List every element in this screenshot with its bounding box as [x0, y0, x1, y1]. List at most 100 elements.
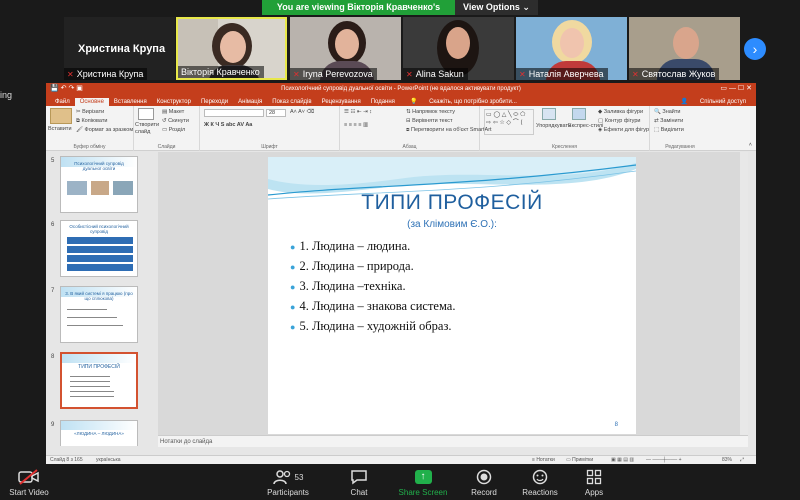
slides-group-label: Слайди: [157, 144, 176, 150]
participant-tile[interactable]: Христина Крупа ✕ Христина Крупа: [64, 17, 175, 80]
tab-slideshow[interactable]: Показ слайдів: [267, 98, 316, 106]
list-icons[interactable]: ☰ ☷ ⇤ ⇥ ↕: [344, 109, 372, 115]
select-button[interactable]: ⬚ Виділити: [654, 127, 684, 133]
notes-toggle-label: Нотатки: [536, 457, 555, 463]
bullet-dot-icon: ●: [290, 322, 296, 332]
tab-transitions[interactable]: Переходи: [196, 98, 233, 106]
paste-button[interactable]: Вставити: [48, 126, 72, 132]
ppt-window-title: Психологічний супровід дуальної освіти -…: [281, 86, 521, 92]
current-slide[interactable]: ТИПИ ПРОФЕСІЙ (за Клімовим Є.О.): ● 1. Лю…: [268, 157, 636, 434]
section-label: Розділ: [168, 127, 186, 133]
participant-tile[interactable]: ✕ Святослав Жуков: [629, 17, 740, 80]
slide-thumbnail[interactable]: Психологічний супровід дуальної освіти: [60, 156, 138, 213]
align-text-button[interactable]: ⊟ Вирівняти текст: [406, 118, 452, 124]
layout-button[interactable]: ▤ Макет: [162, 109, 184, 115]
new-slide-button[interactable]: Створити слайд: [135, 122, 161, 136]
thumb-line: [67, 325, 123, 326]
font-grow-icons[interactable]: A˄ A˅ ⌫: [290, 109, 314, 115]
notes-pane[interactable]: Нотатки до слайда: [158, 435, 748, 447]
arrange-icon[interactable]: [542, 108, 556, 120]
text-direction-button[interactable]: ⇅ Напрямок тексту: [406, 109, 455, 115]
tab-file[interactable]: Файл: [50, 98, 75, 106]
shapes-gallery[interactable]: ▭ ◯ △ ╲ ⬭ ⬠ ⇨ ⇦ ☆ ◇ ⌒ ⟨: [484, 109, 534, 135]
slides-group: Створити слайд ▤ Макет ↺ Скинути ▭ Розді…: [134, 106, 200, 151]
apps-button[interactable]: Apps: [576, 466, 612, 497]
cut-button[interactable]: ✂ Вирізати: [76, 109, 104, 115]
tell-me-search[interactable]: 💡 Скажіть, що потрібно зробити...: [400, 97, 527, 106]
apps-icon: [576, 466, 612, 488]
smartart-button[interactable]: ⧈ Перетворити на об'єкт SmartArt: [406, 127, 492, 134]
bullet-dot-icon: ●: [290, 262, 296, 272]
tab-animations[interactable]: Анімація: [233, 98, 267, 106]
thumb-bar: [67, 264, 133, 271]
participant-tile[interactable]: ✕ Iryna Perevozova: [290, 17, 401, 80]
shape-outline-button[interactable]: ▢ Контур фігури: [598, 118, 640, 124]
next-page-arrow-icon[interactable]: ›: [744, 38, 766, 60]
replace-button[interactable]: ⇄ Замінити: [654, 118, 683, 124]
reactions-icon: [516, 466, 564, 488]
align-icons[interactable]: ≡ ≡ ≡ ≡ ▥: [344, 122, 368, 128]
shape-effects-label: Ефекти для фігур: [603, 127, 650, 133]
language-indicator[interactable]: українська: [96, 456, 121, 465]
chat-button[interactable]: Chat: [340, 466, 378, 497]
tab-insert[interactable]: Вставлення: [109, 98, 152, 106]
tab-home[interactable]: Основне: [74, 98, 109, 106]
slide-thumbnail-selected[interactable]: ТИПИ ПРОФЕСІЙ: [60, 352, 138, 409]
tab-review[interactable]: Рецензування: [317, 98, 366, 106]
participant-tile-active[interactable]: Вікторія Кравченко: [176, 17, 287, 80]
thumb-number: 9: [51, 422, 55, 428]
mic-muted-icon: ✕: [632, 70, 639, 79]
vertical-scrollbar[interactable]: [740, 152, 748, 435]
slide-bullet-list: ● 1. Людина – людина. ● 2. Людина – природ…: [290, 237, 455, 337]
paragraph-group: ☰ ☷ ⇤ ⇥ ↕ ≡ ≡ ≡ ≡ ▥ ⇅ Напрямок тексту ⊟ …: [340, 106, 492, 151]
view-buttons-icons[interactable]: ▣ ▦ ▤ ▥: [611, 456, 634, 465]
participant-tile[interactable]: ✕ Наталія Аверчева: [516, 17, 627, 80]
copy-button[interactable]: ⧉ Копіювати: [76, 118, 107, 125]
tab-design[interactable]: Конструктор: [152, 98, 196, 106]
participant-name: Вікторія Кравченко: [181, 67, 260, 77]
share-screen-button[interactable]: ↑ Share Screen: [393, 466, 453, 497]
format-painter-button[interactable]: 🖌 Формат за зразком: [76, 127, 133, 133]
record-icon: [464, 466, 504, 488]
zoom-level[interactable]: 83%: [722, 456, 732, 465]
arrange-button[interactable]: Упорядкувати: [536, 123, 571, 129]
section-button[interactable]: ▭ Розділ: [162, 127, 185, 133]
reset-button[interactable]: ↺ Скинути: [162, 118, 189, 124]
powerpoint-window: 💾 ↶ ↷ ▣ Психологічний супровід дуальної …: [46, 83, 756, 464]
participant-tile[interactable]: ✕ Alina Sakun: [403, 17, 514, 80]
find-button[interactable]: 🔍 Знайти: [654, 109, 680, 115]
thumb-number: 5: [51, 158, 55, 164]
shape-fill-button[interactable]: ◆ Заливка фігури: [598, 109, 643, 115]
comments-toggle[interactable]: ▭ Примітки: [566, 456, 593, 465]
window-controls-icons[interactable]: ▭ — ☐ ✕: [720, 83, 752, 95]
participant-name-bar: ✕ Христина Крупа: [64, 68, 148, 80]
slide-thumbnail[interactable]: 3. В який системі я працюю (про що сплюк…: [60, 286, 138, 343]
paste-icon[interactable]: [50, 108, 72, 124]
bullet-text: 3. Людина –техніка.: [299, 279, 406, 293]
slide-thumbnail[interactable]: Особистісний психологічний супровід: [60, 220, 138, 277]
view-options-button[interactable]: View Options ⌄: [455, 0, 538, 15]
collapse-ribbon-icon[interactable]: ˄: [749, 142, 752, 148]
fit-slide-icon[interactable]: ⤢: [740, 456, 744, 465]
notes-toggle[interactable]: ≡ Нотатки: [532, 456, 555, 465]
tab-view[interactable]: Подання: [366, 98, 400, 106]
new-slide-icon[interactable]: [138, 108, 154, 120]
thumb-number: 6: [51, 222, 55, 228]
participant-name: Христина Крупа: [76, 69, 144, 79]
thumb-wave: [62, 354, 136, 363]
start-video-button[interactable]: Start Video: [4, 466, 54, 497]
slide-thumbnail[interactable]: «ЛЮДИНА – ЛЮДИНА»: [60, 420, 138, 446]
font-name-select[interactable]: [204, 109, 264, 117]
reactions-button[interactable]: Reactions: [516, 466, 564, 497]
zoom-slider[interactable]: — ───┼─── +: [646, 456, 682, 465]
share-button[interactable]: 👤 Спільний доступ: [671, 97, 756, 106]
record-button[interactable]: Record: [464, 466, 504, 497]
thumb-bar: [67, 246, 133, 253]
participants-button[interactable]: 53 Participants: [258, 466, 318, 497]
participant-name-bar: ✕ Iryna Perevozova: [290, 68, 377, 80]
font-size-select[interactable]: 28: [266, 109, 286, 117]
font-style-icons[interactable]: Ж К Ч S abc AV Aa: [204, 122, 252, 128]
quick-styles-icon[interactable]: [572, 108, 586, 120]
thumb-number: 8: [51, 354, 55, 360]
shape-effects-button[interactable]: ◈ Ефекти для фігур: [598, 127, 649, 133]
